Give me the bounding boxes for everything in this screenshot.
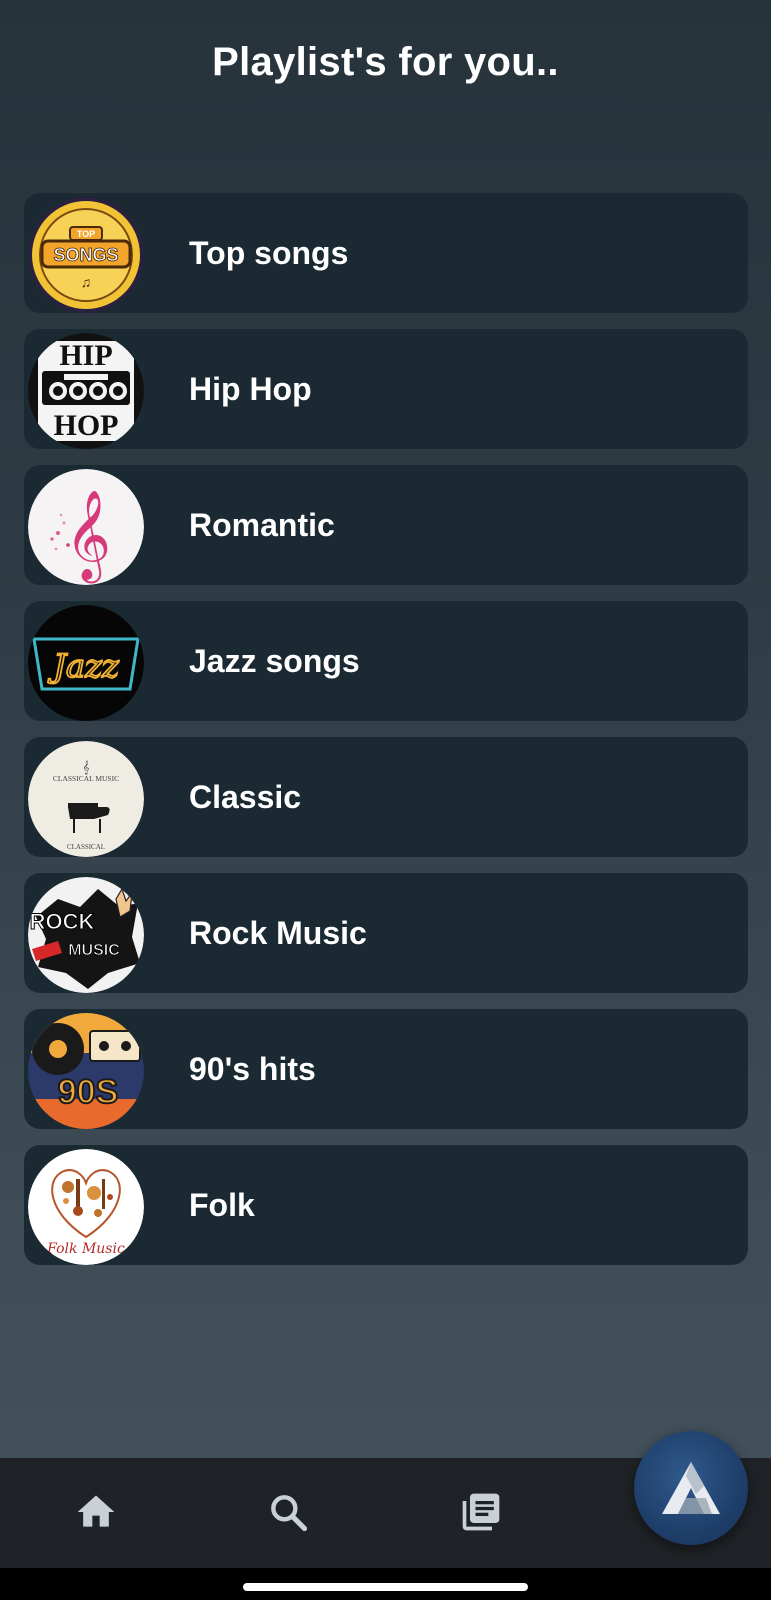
top-songs-small-text: TOP bbox=[77, 229, 95, 239]
playlist-label: Classic bbox=[189, 779, 302, 815]
playlist-item-rock-music[interactable]: ROCK MUSIC Rock Music bbox=[24, 873, 748, 993]
playlist-list: SONGS TOP ♫ Top songs HIP HOP Hip Hop 𝄞 … bbox=[24, 193, 748, 1281]
svg-text:♫: ♫ bbox=[81, 274, 92, 290]
home-icon bbox=[77, 1495, 115, 1527]
playlist-label: Folk bbox=[189, 1187, 255, 1223]
playlist-item-folk[interactable]: Folk Music Folk bbox=[24, 1145, 748, 1265]
playlist-item-90s-hits[interactable]: 90S 90's hits bbox=[24, 1009, 748, 1129]
hop-text: HOP bbox=[54, 409, 119, 442]
jazz-text: Jazz bbox=[47, 647, 120, 685]
playlist-item-classic[interactable]: CLASSICAL MUSIC 𝄞 CLASSICAL Classic bbox=[24, 737, 748, 857]
jazz-neon-sign-icon: Jazz bbox=[28, 605, 144, 721]
assistant-fab-button[interactable] bbox=[634, 1431, 748, 1545]
boombox-icon: HIP HOP bbox=[28, 333, 144, 449]
playlist-label: Top songs bbox=[189, 235, 349, 271]
nav-home-button[interactable] bbox=[64, 1480, 128, 1544]
playlist-label: 90's hits bbox=[189, 1051, 316, 1087]
rock-hand-guitar-icon: ROCK MUSIC bbox=[28, 877, 144, 993]
playlist-label: Jazz songs bbox=[189, 643, 360, 679]
assistant-logo-icon bbox=[662, 1462, 720, 1514]
svg-text:𝄞: 𝄞 bbox=[82, 760, 89, 774]
page-title: Playlist's for you.. bbox=[212, 40, 559, 84]
top-songs-badge-icon: SONGS TOP ♫ bbox=[28, 197, 144, 313]
home-indicator[interactable] bbox=[243, 1583, 528, 1591]
nav-library-button[interactable] bbox=[449, 1480, 513, 1544]
folk-instruments-icon: Folk Music bbox=[28, 1149, 144, 1265]
playlist-label: Hip Hop bbox=[189, 371, 312, 407]
search-icon bbox=[271, 1495, 308, 1532]
music-text: MUSIC bbox=[68, 942, 120, 959]
treble-clef-icon: 𝄞 bbox=[28, 469, 144, 585]
vinyl-cassette-icon: 90S bbox=[28, 1013, 144, 1129]
nav-search-button[interactable] bbox=[256, 1480, 320, 1544]
playlist-label: Rock Music bbox=[189, 915, 367, 951]
rock-text: ROCK bbox=[30, 909, 95, 934]
hip-text: HIP bbox=[59, 339, 112, 372]
classic-top-text: CLASSICAL MUSIC bbox=[53, 774, 119, 783]
playlist-item-jazz-songs[interactable]: Jazz Jazz songs bbox=[24, 601, 748, 721]
library-icon bbox=[462, 1493, 500, 1531]
playlist-item-romantic[interactable]: 𝄞 Romantic bbox=[24, 465, 748, 585]
folk-text: Folk Music bbox=[46, 1241, 125, 1257]
svg-text:𝄞: 𝄞 bbox=[65, 490, 111, 584]
playlist-label: Romantic bbox=[189, 507, 335, 543]
classic-bottom-text: CLASSICAL bbox=[67, 843, 105, 851]
playlist-item-hip-hop[interactable]: HIP HOP Hip Hop bbox=[24, 329, 748, 449]
playlist-item-top-songs[interactable]: SONGS TOP ♫ Top songs bbox=[24, 193, 748, 313]
nineties-text: 90S bbox=[58, 1073, 119, 1111]
grand-piano-icon: CLASSICAL MUSIC 𝄞 CLASSICAL bbox=[28, 741, 144, 857]
top-songs-big-text: SONGS bbox=[53, 245, 118, 265]
